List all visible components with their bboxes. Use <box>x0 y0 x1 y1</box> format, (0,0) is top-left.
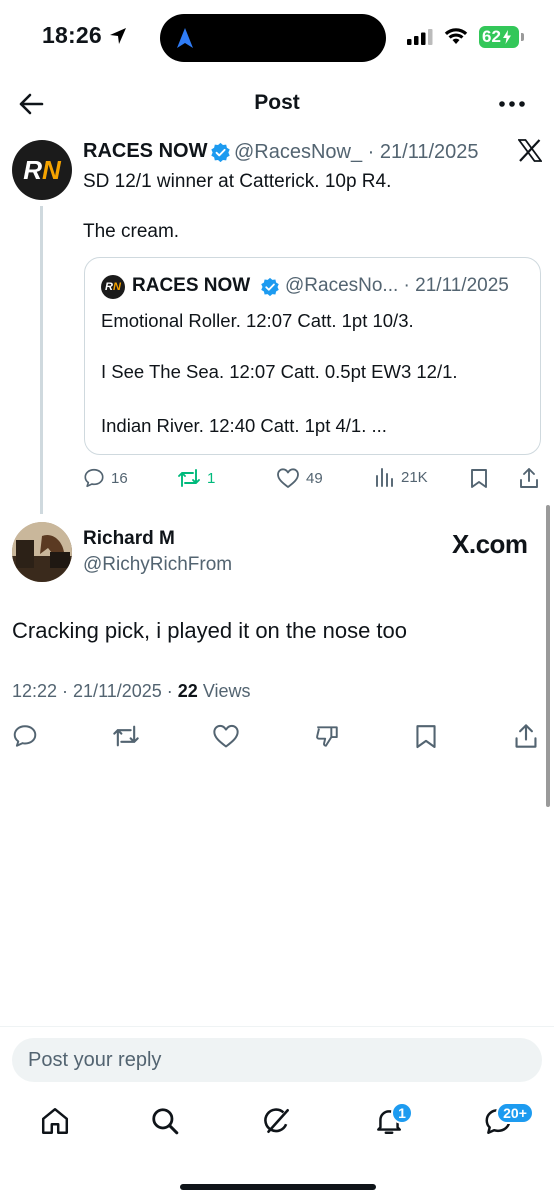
views-count: 22 <box>177 681 198 701</box>
heart-icon <box>213 724 239 748</box>
share-button[interactable] <box>514 723 538 749</box>
quote-author-name: RACES NOW <box>132 275 251 296</box>
nav-grok[interactable] <box>262 1106 292 1136</box>
share-icon <box>515 724 537 748</box>
battery-indicator: 62 <box>479 26 519 48</box>
quote-line2: I See The Sea. 12:07 Catt. 0.5pt EW3 12/… <box>101 361 458 382</box>
views-icon <box>376 468 393 487</box>
reply-input[interactable] <box>12 1038 542 1082</box>
share-button[interactable] <box>519 467 539 489</box>
quote-line3: Indian River. 12:40 Catt. 1pt 4/1. ... <box>101 415 387 436</box>
repost-button[interactable] <box>112 723 140 749</box>
views-label: Views <box>197 681 251 701</box>
author-name[interactable]: RACES NOW <box>83 140 207 163</box>
quote-handle-date: @RacesNo... · 21/11/2025 <box>285 275 509 296</box>
page-title: Post <box>254 91 300 114</box>
grok-icon <box>264 1108 289 1133</box>
heart-icon <box>277 468 299 488</box>
wifi-icon <box>444 27 468 45</box>
repost-icon <box>113 725 139 747</box>
time-text: 18:26 <box>42 22 102 48</box>
scrollbar[interactable] <box>546 505 550 807</box>
reply-count: 16 <box>111 469 128 487</box>
bookmark-button[interactable] <box>470 468 488 488</box>
verified-badge-icon <box>210 142 231 163</box>
view-count: 21K <box>401 468 428 486</box>
home-indicator[interactable] <box>180 1184 376 1190</box>
signal-icon <box>407 29 433 45</box>
navigation-icon <box>176 27 194 49</box>
quote-line1: Emotional Roller. 12:07 Catt. 1pt 10/3. <box>101 310 414 331</box>
reply-meta: 12:22 · 21/11/2025 · 22 Views <box>12 681 251 702</box>
logo-icon: RN <box>105 281 121 293</box>
bookmark-button[interactable] <box>415 723 437 749</box>
search-icon <box>152 1108 179 1135</box>
thumbs-down-icon <box>316 726 338 747</box>
like-count: 49 <box>306 469 323 487</box>
logo-icon: RN <box>23 154 61 185</box>
battery-level: 62 <box>482 27 501 46</box>
status-time: 18:26 <box>42 22 128 49</box>
x-com-watermark: X.com <box>452 529 528 559</box>
reply-avatar[interactable] <box>12 522 72 582</box>
notification-badge: 1 <box>391 1102 413 1124</box>
divider <box>0 1026 554 1027</box>
reply-text: Cracking pick, i played it on the nose t… <box>12 618 408 643</box>
views-button[interactable]: 21K <box>375 467 428 487</box>
reply-button[interactable] <box>12 723 38 749</box>
verified-badge-icon <box>260 277 280 297</box>
messages-badge: 20+ <box>496 1102 534 1124</box>
repost-button[interactable]: 1 <box>177 467 215 489</box>
thread-line <box>40 206 43 514</box>
reply-author-name[interactable]: Richard M <box>83 528 175 550</box>
bookmark-icon <box>471 469 487 488</box>
x-logo-icon <box>518 139 542 162</box>
home-icon <box>41 1107 69 1135</box>
like-button[interactable] <box>212 723 240 749</box>
bookmark-icon <box>416 725 436 749</box>
repost-icon <box>178 469 200 487</box>
nav-search[interactable] <box>150 1106 180 1136</box>
location-arrow-icon <box>108 26 128 46</box>
avatar[interactable]: RN <box>12 140 72 200</box>
post-text-line2: The cream. <box>83 221 180 242</box>
quote-avatar: RN <box>101 275 125 299</box>
share-icon <box>520 468 538 488</box>
reply-author-handle: @RichyRichFrom <box>83 554 233 575</box>
post-text-line1: SD 12/1 winner at Catterick. 10p R4. <box>83 171 392 192</box>
timestamp: 12:22 · 21/11/2025 · <box>12 681 178 701</box>
reply-button[interactable]: 16 <box>83 467 128 489</box>
reply-icon <box>13 725 37 747</box>
reply-icon <box>84 468 104 488</box>
repost-count: 1 <box>207 469 216 487</box>
author-handle-date: @RacesNow_ · 21/11/2025 <box>234 141 479 163</box>
like-button[interactable]: 49 <box>276 467 323 489</box>
more-options-icon[interactable] <box>498 100 526 108</box>
battery-cap <box>521 33 524 41</box>
nav-home[interactable] <box>40 1106 70 1136</box>
dislike-button[interactable] <box>313 723 341 749</box>
